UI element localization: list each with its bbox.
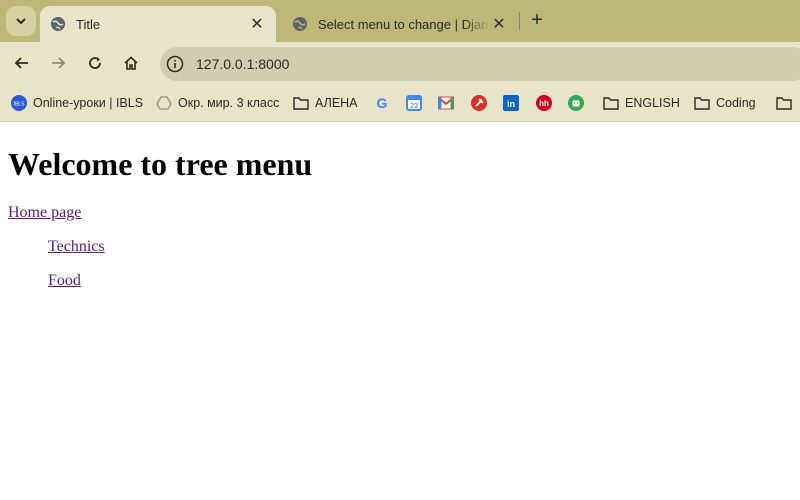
bookmark-folder-more[interactable]	[776, 93, 798, 113]
tab-search-button[interactable]	[6, 6, 36, 36]
drive-icon	[156, 95, 172, 111]
list-item: Technics	[48, 238, 800, 256]
tab-active[interactable]: Title ✕	[40, 6, 276, 42]
menu-item-technics[interactable]: Technics	[48, 238, 105, 256]
reload-button[interactable]	[82, 50, 108, 76]
tree-menu: Home page Technics Food	[8, 184, 800, 290]
bookmark-folder-alena[interactable]: АЛЕНА	[293, 93, 358, 113]
folder-icon	[603, 95, 619, 111]
bookmark-label: Online-уроки | IBLS	[33, 96, 144, 110]
bookmark-calendar[interactable]: 23	[406, 93, 428, 113]
folder-icon	[694, 95, 710, 111]
tab-title: Select menu to change | Django site admi…	[318, 16, 490, 32]
back-button[interactable]	[9, 50, 35, 76]
tab-title: Title	[76, 16, 101, 32]
submenu: Technics Food	[8, 238, 800, 290]
bookmark-label: Окр. мир. 3 класс	[178, 96, 280, 110]
home-icon	[124, 56, 138, 70]
svg-text:23: 23	[410, 103, 418, 110]
close-tab-button[interactable]: ✕	[248, 15, 266, 33]
tab-strip: Title ✕ Select menu to change | Django s…	[0, 0, 800, 42]
gmail-icon	[438, 95, 454, 111]
page-title: Welcome to tree menu	[8, 146, 313, 182]
page-content: Welcome to tree menu Home page Technics …	[8, 122, 800, 500]
bookmark-folder-english[interactable]: ENGLISH	[603, 93, 680, 113]
info-icon[interactable]	[166, 55, 184, 73]
new-tab-button[interactable]: +	[525, 8, 549, 32]
bookmark-okr-mir[interactable]: Окр. мир. 3 класс	[156, 93, 279, 113]
back-arrow-icon	[14, 57, 28, 69]
svg-text:IBLS: IBLS	[14, 102, 26, 108]
google-icon: G	[374, 95, 390, 111]
bookmark-label: АЛЕНА	[315, 96, 358, 110]
menu-item-food[interactable]: Food	[48, 272, 81, 290]
svg-text:G: G	[377, 95, 388, 111]
forward-arrow-icon	[52, 57, 66, 69]
bookmark-label: Coding	[716, 96, 756, 110]
close-tab-button[interactable]: ✕	[490, 15, 508, 33]
chevron-down-icon	[16, 18, 26, 25]
bookmark-hh[interactable]: hh	[536, 93, 558, 113]
bookmark-tool[interactable]	[471, 93, 493, 113]
bookmark-label: ENGLISH	[625, 96, 680, 110]
folder-icon	[776, 95, 792, 111]
url-text[interactable]: 127.0.0.1:8000	[196, 56, 289, 72]
bookmark-ibls[interactable]: IBLS Online-уроки | IBLS	[11, 93, 143, 113]
bookmark-linkedin[interactable]: in	[503, 93, 525, 113]
bookmarks-bar: IBLS Online-уроки | IBLS Окр. мир. 3 кла…	[0, 84, 800, 122]
hh-icon: hh	[536, 95, 552, 111]
list-item: Food	[48, 272, 800, 290]
bookmark-google[interactable]: G	[374, 93, 396, 113]
reload-icon	[89, 57, 101, 69]
svg-text:in: in	[507, 99, 515, 109]
tool-icon	[471, 95, 487, 111]
bookmark-gmail[interactable]	[438, 93, 460, 113]
menu-item-home-page[interactable]: Home page	[8, 204, 81, 222]
android-icon	[568, 95, 584, 111]
ibls-icon: IBLS	[11, 95, 27, 111]
tab-separator	[519, 12, 520, 30]
globe-icon	[51, 17, 65, 31]
linkedin-icon: in	[503, 95, 519, 111]
bookmark-android[interactable]	[568, 93, 590, 113]
tab-inactive[interactable]: Select menu to change | Django site admi…	[282, 6, 518, 42]
forward-button[interactable]	[45, 50, 71, 76]
folder-icon	[293, 95, 309, 111]
bookmark-folder-coding[interactable]: Coding	[694, 93, 756, 113]
calendar-icon: 23	[406, 95, 422, 111]
svg-text:hh: hh	[539, 99, 549, 108]
globe-icon	[293, 17, 307, 31]
home-button[interactable]	[118, 50, 144, 76]
